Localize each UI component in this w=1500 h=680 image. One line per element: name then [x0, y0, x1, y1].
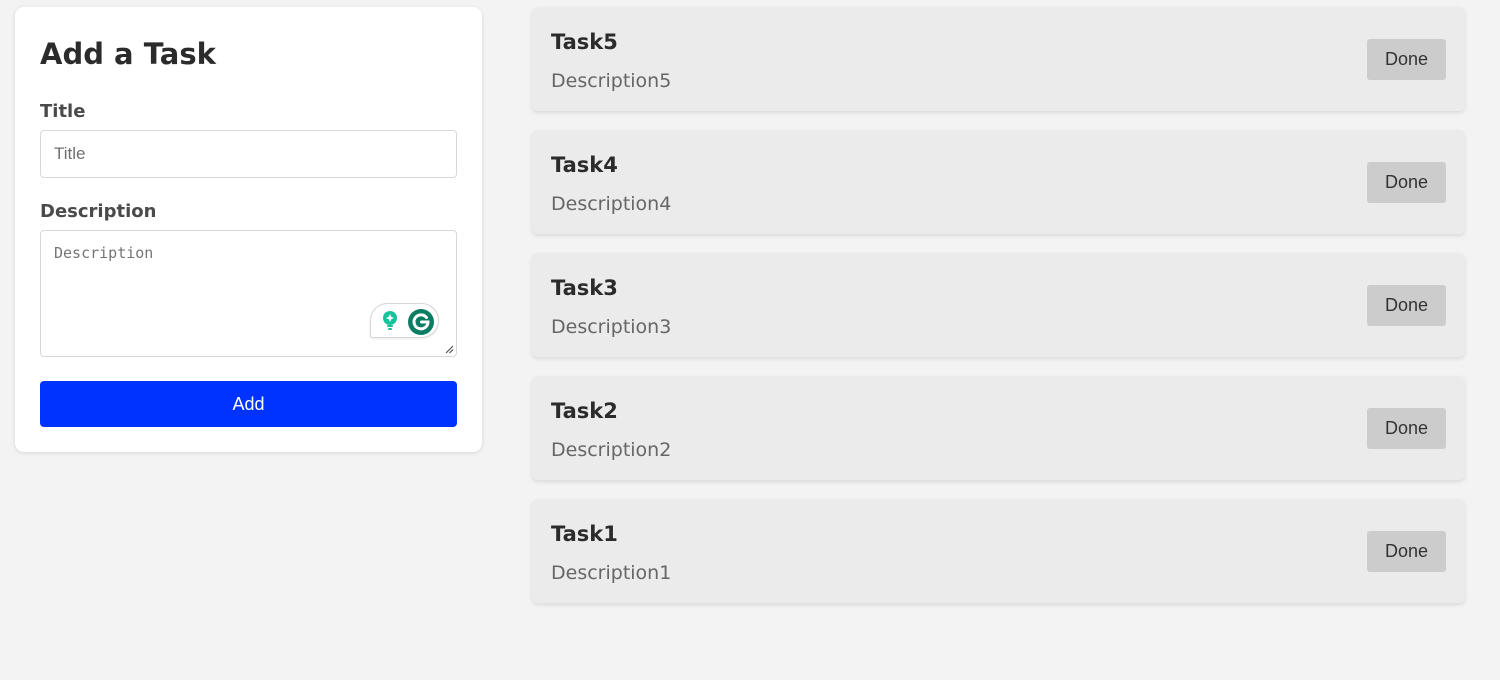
add-task-form: Add a Task Title Description Add [15, 7, 482, 452]
title-input[interactable] [40, 130, 457, 178]
task-card: Task1 Description1 Done [532, 499, 1465, 603]
task-title: Task2 [551, 399, 618, 423]
done-button[interactable]: Done [1367, 408, 1446, 449]
done-button[interactable]: Done [1367, 531, 1446, 572]
task-title: Task5 [551, 30, 618, 54]
lightbulb-icon[interactable] [378, 309, 402, 333]
task-description: Description2 [551, 439, 672, 461]
task-card: Task3 Description3 Done [532, 253, 1465, 357]
task-list: Task5 Description5 Done Task4 Descriptio… [532, 7, 1465, 622]
task-description: Description3 [551, 316, 672, 338]
resize-handle-icon[interactable] [445, 345, 454, 354]
title-label: Title [40, 101, 86, 122]
task-card: Task5 Description5 Done [532, 7, 1465, 111]
form-heading: Add a Task [40, 37, 216, 71]
done-button[interactable]: Done [1367, 285, 1446, 326]
done-button[interactable]: Done [1367, 162, 1446, 203]
task-title: Task1 [551, 522, 618, 546]
add-button[interactable]: Add [40, 381, 457, 427]
description-field-wrapper [40, 230, 457, 357]
task-description: Description5 [551, 70, 672, 92]
task-description: Description4 [551, 193, 672, 215]
task-title: Task4 [551, 153, 618, 177]
task-card: Task2 Description2 Done [532, 376, 1465, 480]
task-description: Description1 [551, 562, 672, 584]
description-label: Description [40, 201, 157, 222]
task-card: Task4 Description4 Done [532, 130, 1465, 234]
writing-assistant-badge[interactable] [370, 303, 439, 338]
grammarly-icon[interactable] [407, 308, 435, 336]
task-title: Task3 [551, 276, 618, 300]
done-button[interactable]: Done [1367, 39, 1446, 80]
